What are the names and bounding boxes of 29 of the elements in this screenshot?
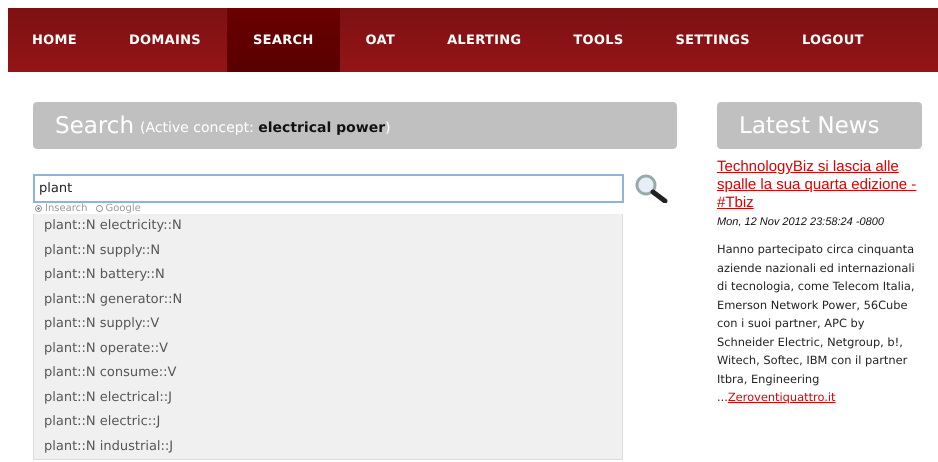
suggestion-item[interactable]: plant::N supply::N: [34, 238, 622, 263]
suggestion-item[interactable]: plant::N consume::V: [34, 361, 622, 386]
nav-tab[interactable]: TOOLS: [547, 8, 650, 72]
suggestion-item[interactable]: plant::N electric::J: [34, 410, 622, 434]
search-icon[interactable]: [634, 173, 668, 203]
search-title: Search: [55, 112, 134, 138]
nav-tab[interactable]: LOGOUT: [776, 8, 890, 72]
suggestion-item[interactable]: plant::N generator::N: [34, 288, 622, 312]
suggestion-item[interactable]: plant::N electricity::N: [34, 214, 622, 238]
news-headline-link[interactable]: TechnologyBiz si lascia alle spalle la sua quarta edizione - #Tbiz: [717, 158, 922, 212]
radio-icon[interactable]: [96, 205, 103, 212]
news-title: Latest News: [739, 112, 880, 138]
active-concept-text: (Active concept: electrical power): [140, 120, 391, 136]
nav-tab[interactable]: SETTINGS: [650, 8, 776, 72]
suggestion-item[interactable]: plant::N battery::N: [34, 263, 622, 288]
source-link[interactable]: Zeroventiquattro.it: [728, 390, 836, 404]
suggestion-item[interactable]: plant::N industrial::J: [34, 434, 622, 459]
nav-tab[interactable]: OAT: [340, 8, 422, 72]
nav-tab[interactable]: HOME: [8, 8, 103, 72]
news-body: Hanno partecipato circa cinquanta aziende nazionali ed internazionali di tecnologia, come Telecom Italia, Emerson Network Power, 56Cube con i suoi partner, APC by Schneider Electric, Netgroup, b!, Witech, Softec, IBM con il partner Itbra, Engineering ...Zeroventiquattro.it: [717, 241, 916, 406]
suggestion-item[interactable]: plant::N operate::V: [34, 336, 622, 361]
news-date: Mon, 12 Nov 2012 23:58:24 -0800: [717, 216, 885, 228]
nav-tab[interactable]: ALERTING: [421, 8, 548, 72]
suggestion-item[interactable]: plant::N electrical::J: [34, 386, 622, 410]
nav-tab[interactable]: SEARCH: [226, 8, 340, 72]
suggestion-item[interactable]: plant::N supply::V: [34, 312, 622, 336]
radio-icon[interactable]: [35, 205, 42, 212]
search-field[interactable]: plant: [33, 174, 624, 202]
nav-tab[interactable]: DOMAINS: [102, 8, 227, 72]
